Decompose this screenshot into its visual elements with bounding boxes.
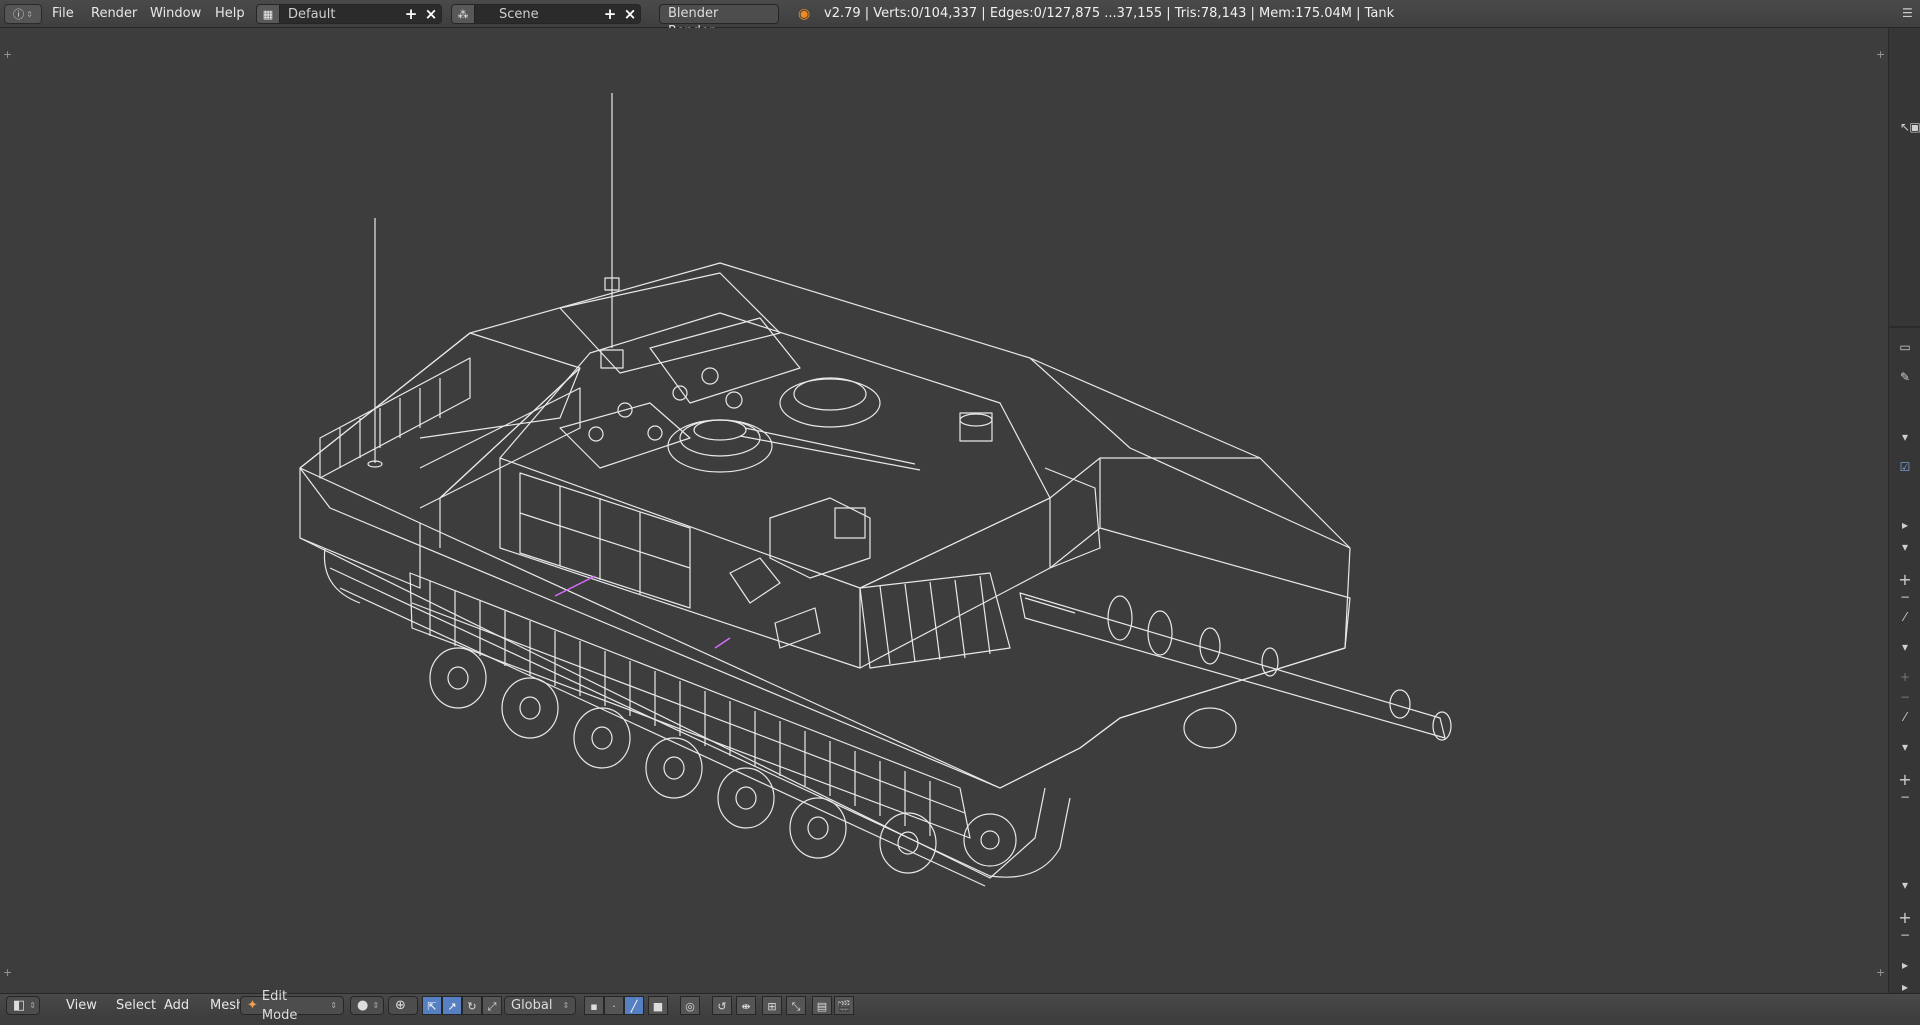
blender-logo-icon: ◉	[798, 6, 811, 22]
3d-viewport[interactable]: + + + +	[0, 28, 1888, 993]
main-gun-barrel	[1019, 592, 1446, 739]
rotate-manipulator-icon[interactable]: ↻	[462, 996, 482, 1015]
hull-outline	[299, 262, 1351, 789]
menu-view[interactable]: View	[60, 996, 103, 1015]
pivot-point-icon[interactable]: ⊕	[388, 996, 418, 1015]
checkbox-icon[interactable]: ☑	[1889, 460, 1920, 474]
screen-layout-field[interactable]: ▦ Default + ×	[256, 4, 442, 24]
mode-label[interactable]: Edit Mode	[262, 987, 320, 1025]
edit-mode-icon: ✦	[247, 998, 258, 1013]
info-header: ⓘ ⇕ File Render Window Help ▦ Default + ×…	[0, 0, 1920, 39]
remove-icon[interactable]: −	[1889, 928, 1920, 942]
menu-select[interactable]: Select	[110, 996, 162, 1015]
opengl-render-animation-icon[interactable]: 🎬	[834, 996, 854, 1015]
add-icon[interactable]: +	[1889, 770, 1920, 789]
add-icon[interactable]: +	[1889, 570, 1920, 589]
add-icon[interactable]: +	[1889, 908, 1920, 927]
add-icon[interactable]: +	[1889, 670, 1920, 684]
expand-arrow-icon[interactable]: ▸	[1889, 518, 1920, 532]
turret-side	[499, 458, 861, 669]
scene-icon[interactable]: ⁂	[452, 5, 475, 23]
info-icon: ⓘ	[13, 8, 25, 21]
screen-layout-icon[interactable]: ▦	[257, 5, 280, 23]
updown-icon: ⇕	[26, 9, 33, 19]
collapse-arrow-icon[interactable]: ▾	[1889, 540, 1920, 554]
menu-render[interactable]: Render	[85, 4, 143, 24]
collapse-arrow-icon[interactable]: ▾	[1889, 640, 1920, 654]
updown-icon: ⇕	[29, 1001, 36, 1010]
outliner-editor-icon[interactable]: ☰	[1902, 6, 1913, 26]
scale-manipulator-icon[interactable]: ⤢	[482, 996, 502, 1015]
remove-icon[interactable]: −	[1889, 790, 1920, 804]
snap-element-icon[interactable]: ⇼	[736, 996, 756, 1015]
snap-icon[interactable]: ↺	[712, 996, 732, 1015]
menu-add[interactable]: Add	[158, 996, 195, 1015]
face-select-icon[interactable]: ■	[648, 996, 668, 1015]
remove-icon[interactable]: −	[1889, 690, 1920, 704]
translate-manipulator-icon[interactable]: ↗	[442, 996, 462, 1015]
remove-icon[interactable]: −	[1889, 590, 1920, 604]
road-wheels	[429, 647, 1237, 874]
snap-target-icon[interactable]: ⊞	[762, 996, 782, 1015]
scene-field[interactable]: ⁂ Scene + ×	[451, 4, 641, 24]
camera-icon[interactable]: ▣	[1899, 120, 1920, 134]
remove-scene-button[interactable]: ×	[620, 5, 640, 23]
screen-layout-name[interactable]: Default	[280, 7, 401, 22]
remove-layout-button[interactable]: ×	[421, 5, 441, 23]
orientation-label[interactable]: Global	[511, 996, 552, 1015]
properties-region-strip[interactable]: ↖ ▣ ▭ ✎ ▾ ☑ ▸ ▾ + − ⁄ ▾ + − ⁄ ▾ + − ▾ + …	[1888, 28, 1920, 994]
menu-help[interactable]: Help	[209, 4, 251, 24]
wrench-icon[interactable]: ✎	[1889, 370, 1920, 384]
selected-edges	[554, 575, 731, 649]
opengl-render-icon[interactable]: ▤	[812, 996, 832, 1015]
snap-align-icon[interactable]: ⤡	[786, 996, 806, 1015]
3d-view-header: ◧ ⇕ View Select Add Mesh ✦ Edit Mode ⇕ ● ⇕…	[0, 989, 1920, 1023]
edge-select-icon[interactable]: ╱	[624, 996, 644, 1015]
scene-statistics: v2.79 | Verts:0/104,337 | Edges:0/127,87…	[824, 6, 1395, 21]
3d-view-icon[interactable]: ◧ ⇕	[6, 996, 40, 1015]
updown-icon: ⇕	[330, 1001, 337, 1010]
collapse-arrow-icon[interactable]: ▾	[1889, 430, 1920, 444]
menu-window[interactable]: Window	[144, 4, 207, 24]
updown-icon: ⇕	[562, 1001, 570, 1010]
add-layout-button[interactable]: +	[401, 5, 421, 23]
edit-icon[interactable]: ⁄	[1889, 610, 1920, 624]
collapse-arrow-icon[interactable]: ▾	[1889, 740, 1920, 754]
properties-editor-icon[interactable]: ▭	[1889, 340, 1920, 354]
edit-icon[interactable]: ⁄	[1889, 710, 1920, 724]
render-engine-select[interactable]: Blender Render⇕	[659, 4, 779, 39]
side-skirt	[409, 572, 971, 839]
viewport-shading-icon[interactable]: ● ⇕	[350, 996, 384, 1015]
scene-name[interactable]: Scene	[475, 7, 600, 22]
tank-wireframe-mesh[interactable]	[0, 28, 1888, 993]
menu-file[interactable]: File	[46, 4, 80, 24]
updown-icon: ⇕	[372, 1001, 380, 1010]
proportional-editing-icon[interactable]: ◎	[680, 996, 700, 1015]
layer-icon[interactable]: ▪	[584, 996, 604, 1015]
expand-arrow-icon[interactable]: ▸	[1889, 980, 1920, 994]
mode-select[interactable]: ✦ Edit Mode ⇕	[240, 989, 344, 1023]
region-divider	[1889, 326, 1920, 328]
vertex-select-icon[interactable]: ·	[604, 996, 624, 1015]
editor-type-selector[interactable]: ⓘ ⇕	[4, 4, 42, 24]
expand-arrow-icon[interactable]: ▸	[1889, 958, 1920, 972]
collapse-arrow-icon[interactable]: ▾	[1889, 878, 1920, 892]
add-scene-button[interactable]: +	[600, 5, 620, 23]
manipulator-toggle-icon[interactable]: ⇱	[422, 996, 442, 1015]
transform-orientation-select[interactable]: Global ⇕	[504, 996, 576, 1015]
